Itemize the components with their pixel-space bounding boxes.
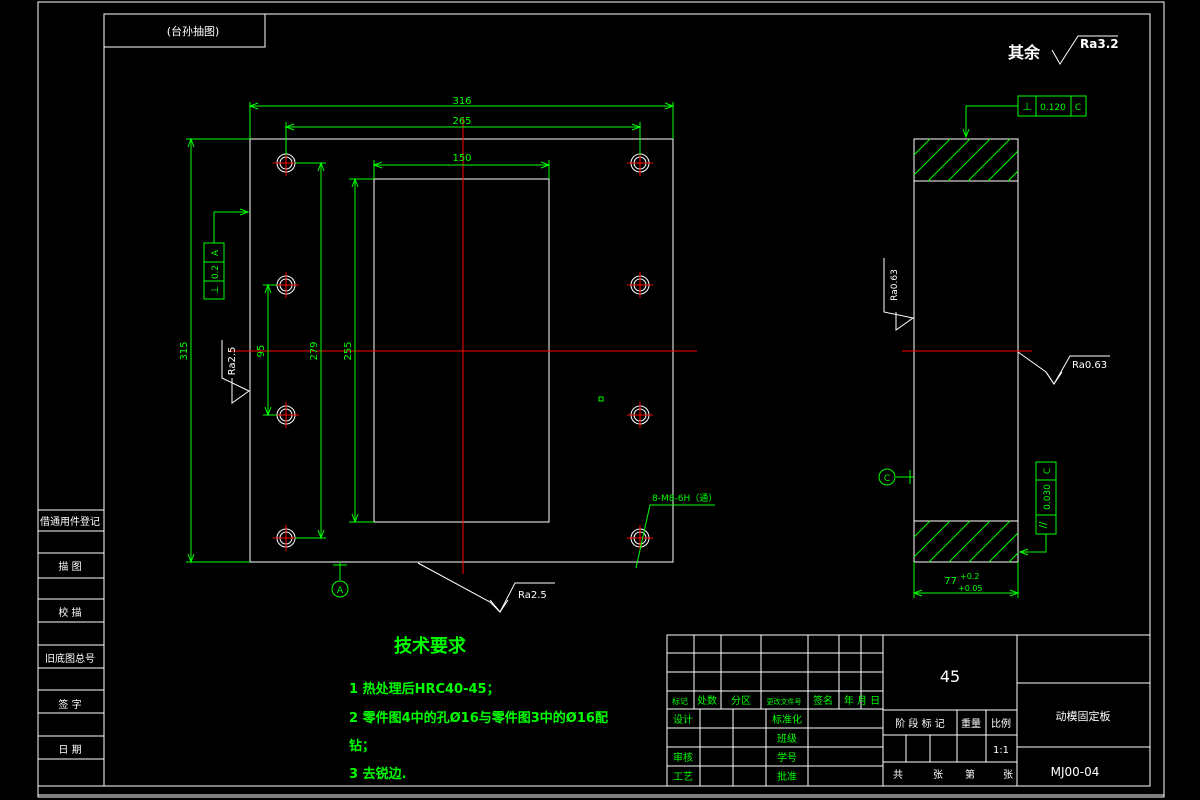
roughness-side-right-value: Ra0.63 [1072,360,1107,371]
tb-role-design: 设计 [673,713,693,726]
tb-header-count: 处数 [697,694,717,707]
tech-req-title: 技术要求 [394,635,467,657]
tb-part-name: 动模固定板 [1056,709,1111,723]
thread-note: 8-M8-6H（通） [652,493,717,504]
roughness-side-top-value: Ra0.63 [890,269,900,301]
left-col-6: 日 期 [58,744,81,756]
tb-sheet-unit-1: 张 [933,769,943,781]
header-box-label: (台孙抽图) [167,24,220,38]
dim-pocket-width: 150 [452,153,471,164]
tb-material: 45 [940,667,960,686]
bottom-hatch [913,520,1019,563]
dim-hole-spacing-y: 279 [309,341,320,360]
tb-header-sign: 签名 [813,694,833,707]
perp-value-front: 0.2 [211,265,221,279]
roughness-left-value: Ra2.5 [227,347,238,376]
dim-tol-upper: +0.2 [960,572,979,581]
tb-role-review: 审核 [673,751,693,764]
tb-header-change: 更改文件号 [767,697,802,706]
dim-width-overall: 316 [452,96,471,107]
perp-datum-side: C [1075,103,1081,113]
perp-symbol-front: ⊥ [210,286,221,295]
tb-header-mark: 标记 [672,696,688,706]
tech-req-item-3: 3 去锐边. [349,766,407,782]
perp-value-side: 0.120 [1040,103,1066,113]
dim-hole-spacing-x: 265 [452,116,471,127]
dim-pocket-height: 255 [343,341,354,360]
left-col-1: 借通用件登记 [40,515,100,528]
tb-role-class: 班级 [777,733,797,745]
left-col-4: 旧底图总号 [45,652,95,665]
tech-req-item-2-cont: 钻； [349,738,375,754]
tb-header-date: 年 月 日 [844,694,880,707]
perp-symbol-side: ⊥ [1022,100,1032,113]
hole-6 [627,402,653,428]
inner-border [103,13,1151,787]
tb-scale: 1:1 [993,745,1009,756]
tb-stage-header: 阶 段 标 记 [895,717,945,730]
tech-req-item-2: 2 零件图4中的孔Ø16与零件图3中的Ø16配 [349,710,608,726]
tb-role-student-no: 学号 [777,751,797,764]
parallel-datum: C [1043,468,1053,474]
left-col-2: 描 图 [58,560,81,573]
surface-finish-prefix: 其余 [1008,43,1041,62]
surface-finish-value: Ra3.2 [1080,37,1119,51]
perp-datum-front: A [211,249,221,256]
dim-thickness: 77 [944,576,957,587]
parallel-symbol: // [1038,521,1049,528]
roughness-bottom-icon [417,562,555,613]
outer-border [37,1,1165,798]
tb-weight-header: 重量 [961,717,981,730]
hole-8 [627,525,653,551]
hole-4 [627,272,653,298]
tech-req-item-1: 1 热处理后HRC40-45； [349,681,500,697]
tb-header-zone: 分区 [731,695,751,707]
datum-c-label: C [884,474,890,484]
engineering-drawing: (台孙抽图) 其余 Ra3.2 316 265 150 315 279 255 … [37,1,1165,798]
tb-role-standard: 标准化 [772,713,802,726]
tb-drawing-no: MJ00-04 [1051,765,1100,779]
dim-tol-lower: +0.05 [958,584,983,593]
tb-sheet-total: 共 [893,769,903,781]
dim-inner-spacing: 95 [256,345,267,358]
tb-sheet-unit-2: 张 [1003,769,1013,781]
tb-role-process: 工艺 [673,771,693,783]
left-col-3: 校 描 [58,606,81,619]
dim-height-overall: 315 [179,341,190,360]
tb-role-approve: 批准 [777,770,797,783]
roughness-bottom-value: Ra2.5 [518,590,547,601]
thread-leader [635,504,715,569]
top-hatch [913,138,1019,182]
left-col-5: 签 字 [58,698,81,711]
tb-sheet-no: 第 [965,768,975,781]
tb-scale-header: 比例 [991,717,1011,730]
small-marker [598,396,604,402]
parallel-value: 0.030 [1043,484,1053,510]
datum-a-label: A [337,586,344,596]
